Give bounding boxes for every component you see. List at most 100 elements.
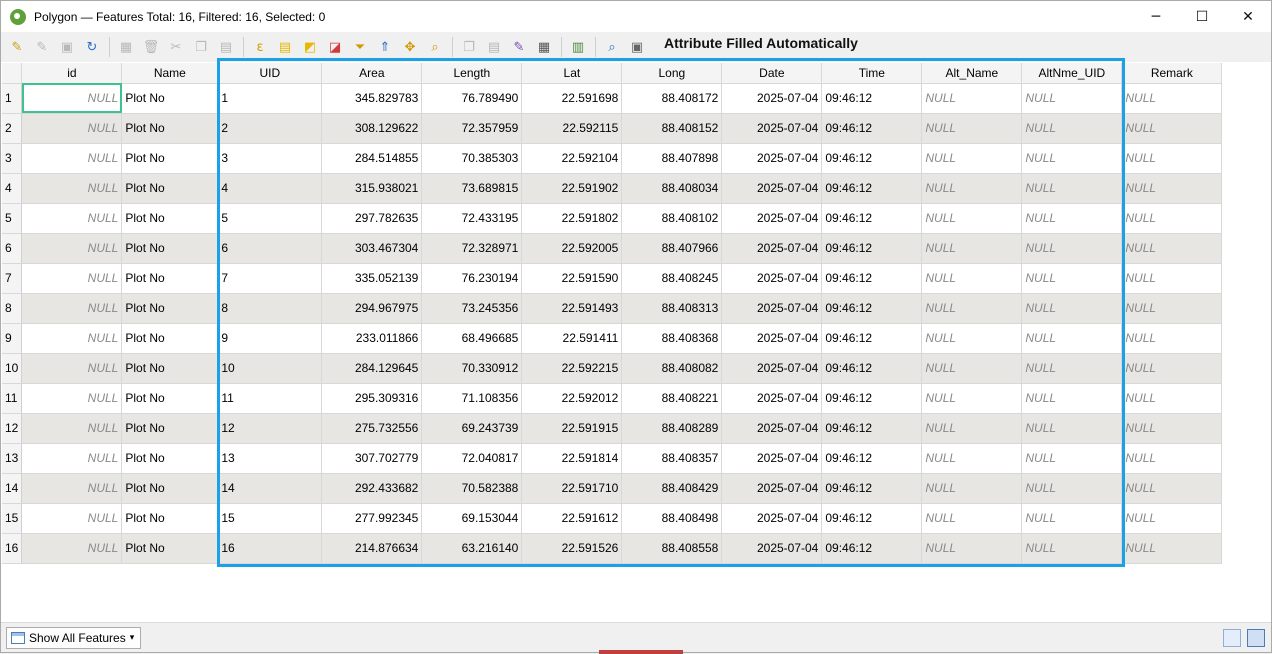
copy-rows-icon[interactable]: ❐ bbox=[459, 37, 479, 57]
cell-id[interactable]: NULL bbox=[21, 293, 123, 324]
row-header[interactable]: 4 bbox=[2, 173, 23, 204]
cell-alt-name[interactable]: NULL bbox=[921, 203, 1023, 234]
attribute-table-grid[interactable]: id Name UID Area Length Lat Long Date Time Alt_Na… bbox=[2, 63, 1270, 622]
cell-time[interactable]: 09:46:12 bbox=[821, 473, 923, 504]
cell-area[interactable]: 233.011866 bbox=[321, 323, 423, 354]
cell-id[interactable]: NULL bbox=[21, 263, 123, 294]
cell-long[interactable]: 88.408172 bbox=[621, 83, 723, 114]
cell-lat[interactable]: 22.591526 bbox=[521, 533, 623, 564]
cell-uid[interactable]: 3 bbox=[217, 143, 323, 174]
cell-name[interactable]: Plot No bbox=[121, 263, 219, 294]
corner-header[interactable] bbox=[2, 63, 23, 84]
cell-alt-name[interactable]: NULL bbox=[921, 383, 1023, 414]
cell-altnme-uid[interactable]: NULL bbox=[1021, 143, 1123, 174]
cell-name[interactable]: Plot No bbox=[121, 503, 219, 534]
cell-length[interactable]: 76.230194 bbox=[421, 263, 523, 294]
table-row[interactable]: 11 NULL Plot No 11 295.309316 71.108356 22.592… bbox=[2, 383, 1223, 414]
row-header[interactable]: 3 bbox=[2, 143, 23, 174]
row-header[interactable]: 14 bbox=[2, 473, 23, 504]
cell-length[interactable]: 72.040817 bbox=[421, 443, 523, 474]
cell-name[interactable]: Plot No bbox=[121, 443, 219, 474]
cell-remark[interactable]: NULL bbox=[1121, 83, 1223, 114]
column-header-altnme-uid[interactable]: AltNme_UID bbox=[1021, 63, 1123, 84]
cell-remark[interactable]: NULL bbox=[1121, 383, 1223, 414]
cell-name[interactable]: Plot No bbox=[121, 353, 219, 384]
cell-date[interactable]: 2025-07-04 bbox=[721, 203, 823, 234]
close-button[interactable]: ✕ bbox=[1225, 1, 1271, 32]
cell-time[interactable]: 09:46:12 bbox=[821, 503, 923, 534]
cell-alt-name[interactable]: NULL bbox=[921, 113, 1023, 144]
cell-long[interactable]: 88.407898 bbox=[621, 143, 723, 174]
cell-uid[interactable]: 2 bbox=[217, 113, 323, 144]
cell-long[interactable]: 88.408102 bbox=[621, 203, 723, 234]
cell-date[interactable]: 2025-07-04 bbox=[721, 473, 823, 504]
cell-long[interactable]: 88.408034 bbox=[621, 173, 723, 204]
copy-icon[interactable]: ❐ bbox=[191, 37, 211, 57]
table-row[interactable]: 14 NULL Plot No 14 292.433682 70.582388 22.591… bbox=[2, 473, 1223, 504]
cell-altnme-uid[interactable]: NULL bbox=[1021, 323, 1123, 354]
cell-alt-name[interactable]: NULL bbox=[921, 413, 1023, 444]
cell-date[interactable]: 2025-07-04 bbox=[721, 533, 823, 564]
cell-uid[interactable]: 7 bbox=[217, 263, 323, 294]
cell-id[interactable]: NULL bbox=[21, 203, 123, 234]
select-all-icon[interactable]: ▤ bbox=[275, 37, 295, 57]
table-row[interactable]: 7 NULL Plot No 7 335.052139 76.230194 22.59159… bbox=[2, 263, 1223, 294]
cell-uid[interactable]: 12 bbox=[217, 413, 323, 444]
cell-name[interactable]: Plot No bbox=[121, 143, 219, 174]
cell-long[interactable]: 88.408152 bbox=[621, 113, 723, 144]
field-calculator-icon[interactable]: ▦ bbox=[534, 37, 554, 57]
cell-altnme-uid[interactable]: NULL bbox=[1021, 83, 1123, 114]
cell-length[interactable]: 73.689815 bbox=[421, 173, 523, 204]
cell-id[interactable]: NULL bbox=[21, 473, 123, 504]
table-row[interactable]: 13 NULL Plot No 13 307.702779 72.040817 22.591… bbox=[2, 443, 1223, 474]
feature-filter-button[interactable]: Show All Features ▾ bbox=[6, 627, 142, 649]
cell-name[interactable]: Plot No bbox=[121, 83, 219, 114]
cell-id[interactable]: NULL bbox=[21, 503, 123, 534]
cell-time[interactable]: 09:46:12 bbox=[821, 263, 923, 294]
cell-name[interactable]: Plot No bbox=[121, 383, 219, 414]
cell-altnme-uid[interactable]: NULL bbox=[1021, 533, 1123, 564]
cell-date[interactable]: 2025-07-04 bbox=[721, 113, 823, 144]
cell-altnme-uid[interactable]: NULL bbox=[1021, 383, 1123, 414]
cell-id[interactable]: NULL bbox=[21, 83, 123, 114]
row-header[interactable]: 13 bbox=[2, 443, 23, 474]
cell-area[interactable]: 277.992345 bbox=[321, 503, 423, 534]
column-header-area[interactable]: Area bbox=[321, 63, 423, 84]
cell-time[interactable]: 09:46:12 bbox=[821, 533, 923, 564]
cell-uid[interactable]: 4 bbox=[217, 173, 323, 204]
cell-remark[interactable]: NULL bbox=[1121, 353, 1223, 384]
table-row[interactable]: 15 NULL Plot No 15 277.992345 69.153044 22.591… bbox=[2, 503, 1223, 534]
table-row[interactable]: 8 NULL Plot No 8 294.967975 73.245356 22.59149… bbox=[2, 293, 1223, 324]
cell-uid[interactable]: 14 bbox=[217, 473, 323, 504]
column-header-long[interactable]: Long bbox=[621, 63, 723, 84]
paste-rows-icon[interactable]: ▤ bbox=[484, 37, 504, 57]
table-row[interactable]: 2 NULL Plot No 2 308.129622 72.357959 22.59211… bbox=[2, 113, 1223, 144]
actions-icon[interactable]: ▣ bbox=[627, 37, 647, 57]
cell-remark[interactable]: NULL bbox=[1121, 263, 1223, 294]
cell-length[interactable]: 68.496685 bbox=[421, 323, 523, 354]
cell-area[interactable]: 284.514855 bbox=[321, 143, 423, 174]
table-row[interactable]: 10 NULL Plot No 10 284.129645 70.330912 22.592… bbox=[2, 353, 1223, 384]
table-row[interactable]: 3 NULL Plot No 3 284.514855 70.385303 22.59210… bbox=[2, 143, 1223, 174]
maximize-button[interactable]: ☐ bbox=[1179, 1, 1225, 32]
cell-lat[interactable]: 22.591493 bbox=[521, 293, 623, 324]
reload-icon[interactable]: ↻ bbox=[82, 37, 102, 57]
cell-lat[interactable]: 22.591814 bbox=[521, 443, 623, 474]
row-header[interactable]: 9 bbox=[2, 323, 23, 354]
cell-id[interactable]: NULL bbox=[21, 173, 123, 204]
cell-long[interactable]: 88.408357 bbox=[621, 443, 723, 474]
cell-lat[interactable]: 22.591802 bbox=[521, 203, 623, 234]
cell-date[interactable]: 2025-07-04 bbox=[721, 413, 823, 444]
column-header-length[interactable]: Length bbox=[421, 63, 523, 84]
cell-long[interactable]: 88.408368 bbox=[621, 323, 723, 354]
cell-time[interactable]: 09:46:12 bbox=[821, 293, 923, 324]
cell-remark[interactable]: NULL bbox=[1121, 203, 1223, 234]
cell-area[interactable]: 292.433682 bbox=[321, 473, 423, 504]
cell-date[interactable]: 2025-07-04 bbox=[721, 503, 823, 534]
cell-remark[interactable]: NULL bbox=[1121, 503, 1223, 534]
cell-length[interactable]: 76.789490 bbox=[421, 83, 523, 114]
cell-time[interactable]: 09:46:12 bbox=[821, 323, 923, 354]
cell-uid[interactable]: 9 bbox=[217, 323, 323, 354]
table-row[interactable]: 5 NULL Plot No 5 297.782635 72.433195 22.59180… bbox=[2, 203, 1223, 234]
cell-remark[interactable]: NULL bbox=[1121, 473, 1223, 504]
